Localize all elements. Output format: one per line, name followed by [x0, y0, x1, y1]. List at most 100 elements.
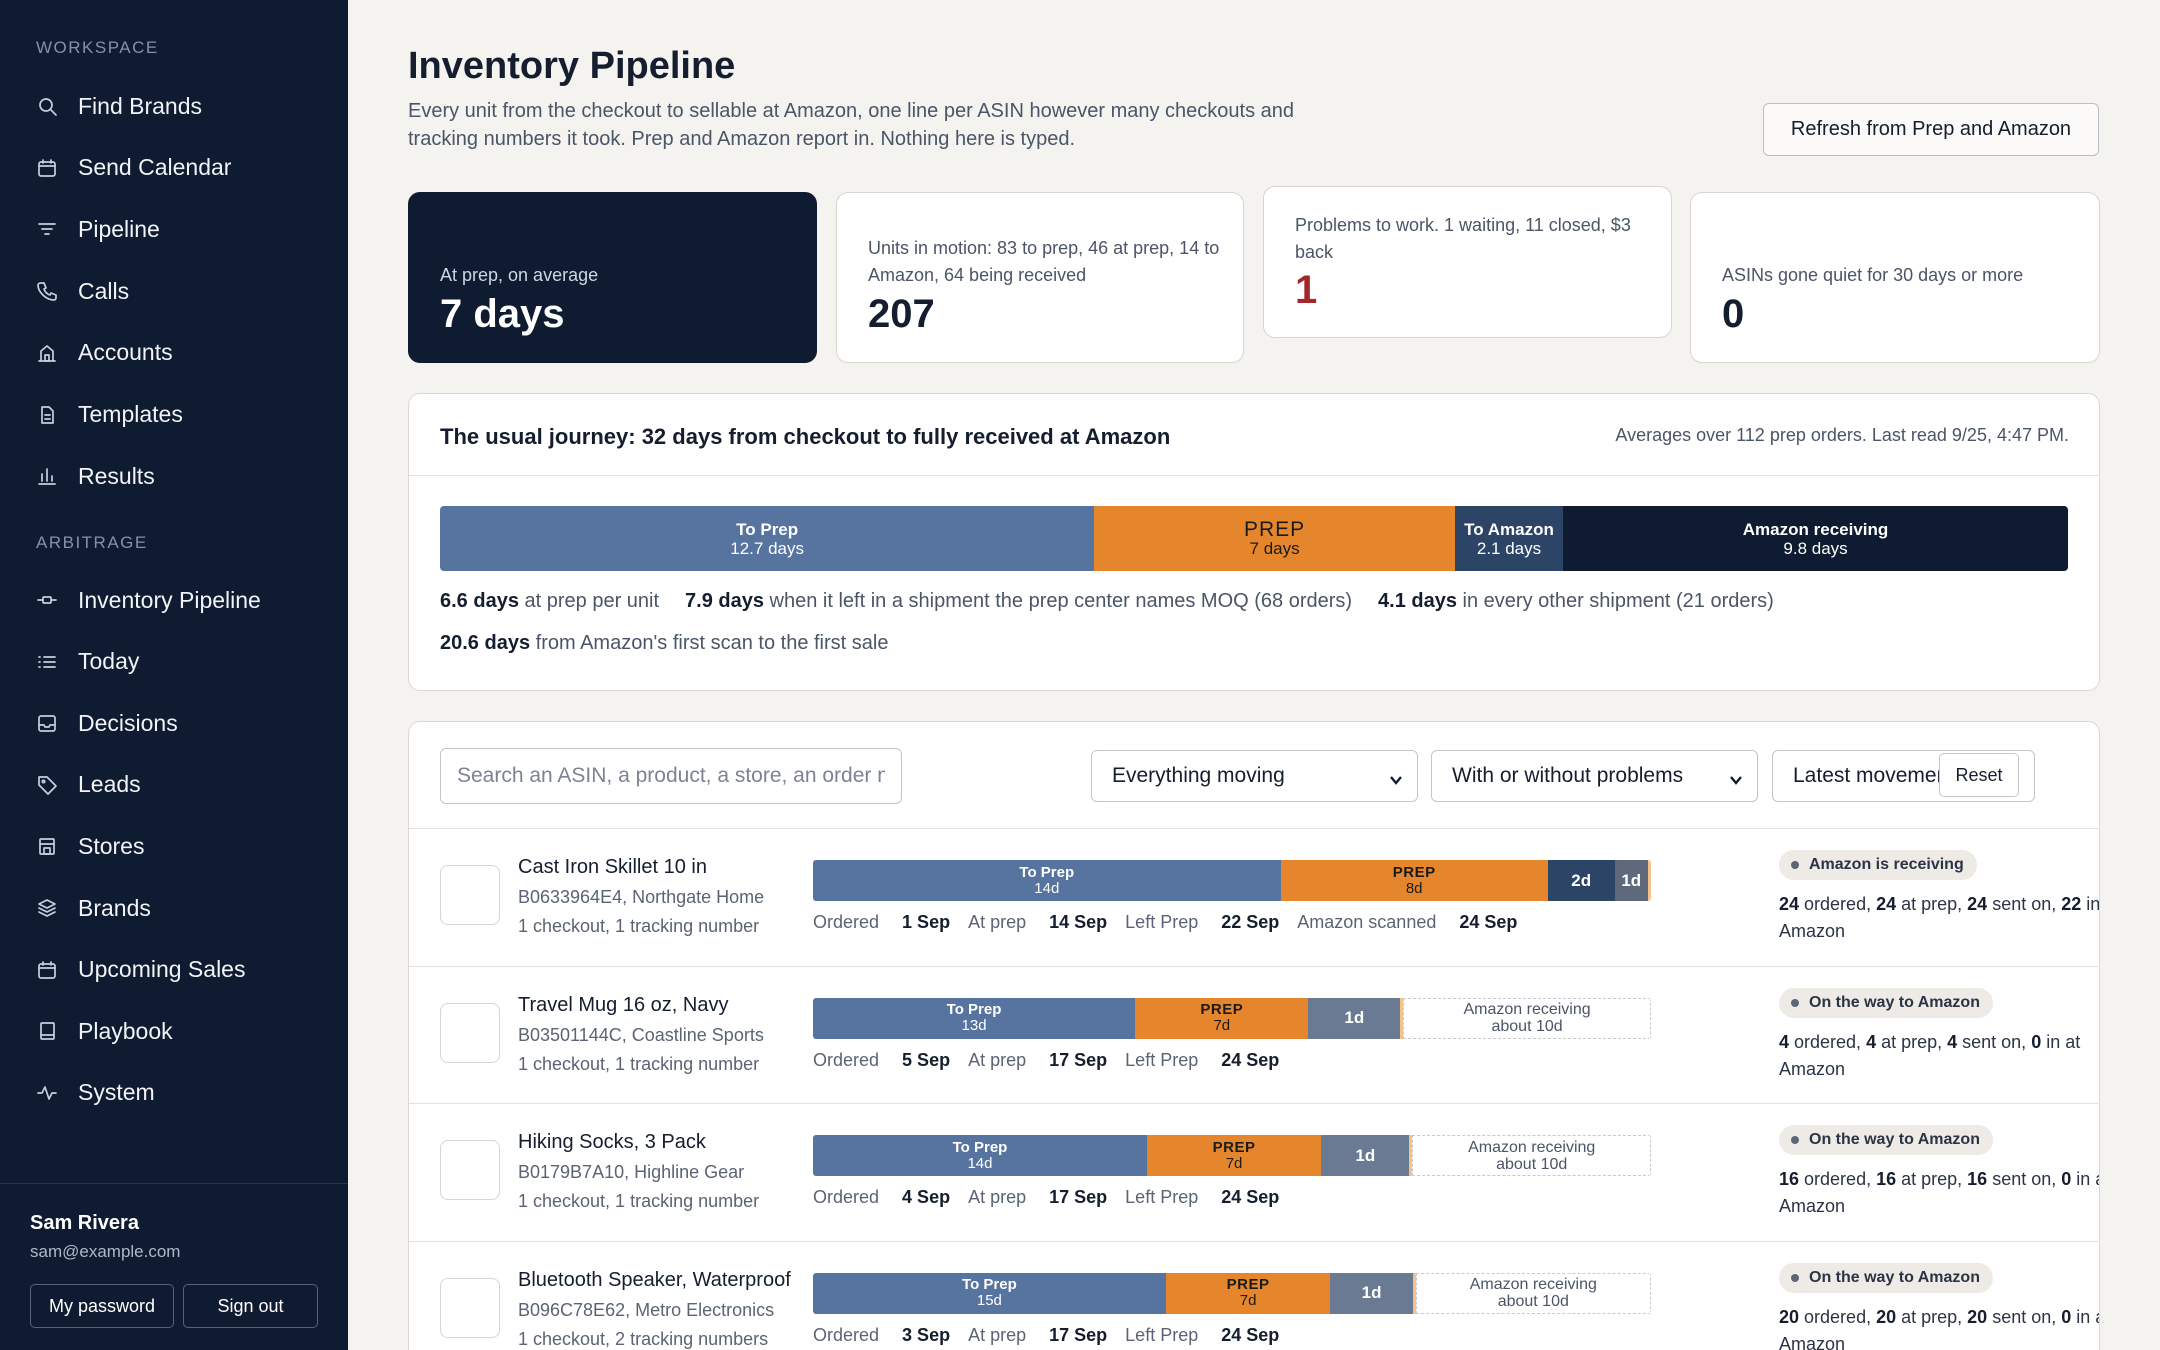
journey-bar: To Prep 12.7 days PREP 7 days To Amazon … [440, 506, 2068, 571]
search-input[interactable] [440, 748, 902, 804]
sidebar-item-label: Today [78, 648, 140, 675]
summary-count: 4 [1947, 1031, 1958, 1052]
sidebar-item-leads[interactable]: Leads [36, 763, 141, 807]
status-filter-select[interactable]: Everything moving [1091, 750, 1418, 802]
summary-count: 20 [1779, 1306, 1800, 1327]
sidebar-item-label: Decisions [78, 709, 178, 736]
reset-button[interactable]: Reset [1939, 753, 2019, 797]
status-badge: On the way to Amazon [1779, 1262, 1993, 1293]
journey-facts: 6.6 days at prep per unit 7.9 days when i… [440, 590, 1800, 613]
product-name[interactable]: Hiking Socks, 3 Pack [518, 1131, 706, 1154]
product-name[interactable]: Cast Iron Skillet 10 in [518, 856, 707, 879]
date-label: Left Prep [1125, 1049, 1204, 1070]
sidebar-item-playbook[interactable]: Playbook [36, 1009, 173, 1053]
sidebar-item-calls[interactable]: Calls [36, 269, 129, 313]
status-badge-label: On the way to Amazon [1809, 993, 1980, 1011]
journey-segment-to-amazon: To Amazon 2.1 days [1454, 506, 1564, 571]
sidebar-item-label: Accounts [78, 339, 173, 366]
table-row[interactable]: Cast Iron Skillet 10 in B0633964E4, Nort… [409, 828, 2099, 966]
sidebar-item-upcoming-sales[interactable]: Upcoming Sales [36, 948, 245, 992]
stat-caption: ASINs gone quiet for 30 days or more [1722, 265, 2024, 285]
calendar-icon [36, 959, 58, 981]
date-label: Left Prep [1125, 1324, 1204, 1345]
user-panel: Sam Rivera sam@example.com My password S… [0, 1183, 348, 1350]
status-badge: Amazon is receiving [1779, 850, 1977, 880]
summary-text: sent on, [1987, 1306, 2062, 1327]
stat-caption: Problems to work. 1 waiting, 11 closed, … [1295, 215, 1631, 262]
segment-prep: PREP 7d [1135, 997, 1309, 1039]
date-value: 24 Sep [1221, 1324, 1280, 1345]
sidebar-item-label: Templates [78, 401, 183, 427]
search-icon [36, 95, 58, 117]
segment-duration: 13d [961, 1017, 987, 1034]
date-label: Ordered [813, 912, 885, 932]
my-password-button[interactable]: My password [30, 1284, 174, 1328]
journey-segment-to-prep: To Prep 12.7 days [440, 506, 1095, 571]
sidebar-item-today[interactable]: Today [36, 640, 139, 684]
segment-duration: 7d [1239, 1292, 1257, 1309]
segment-duration: about 10d [1497, 1293, 1569, 1310]
problems-filter-select[interactable]: With or without problems [1431, 750, 1758, 802]
sidebar-item-accounts[interactable]: Accounts [36, 331, 173, 375]
sidebar-item-inventory-pipeline[interactable]: Inventory Pipeline [36, 578, 261, 622]
date-item: Ordered 1 Sep [813, 912, 950, 932]
segment-duration: 7d [1213, 1017, 1231, 1034]
segment-duration: 9.8 days [1783, 538, 1848, 558]
fact-number: 7.9 days [685, 590, 764, 612]
sidebar-item-system[interactable]: System [36, 1071, 155, 1115]
product-checkouts: 1 checkout, 2 tracking numbers [518, 1328, 769, 1349]
sign-out-button[interactable]: Sign out [183, 1284, 318, 1328]
segment-duration: 14d [1034, 879, 1060, 897]
sidebar-item-stores[interactable]: Stores [36, 824, 144, 868]
row-dates: Ordered 5 Sep At prep 17 Sep Left Prep 24 … [813, 1050, 1297, 1071]
stat-card-units-in-motion: Units in motion: 83 to prep, 46 at prep,… [836, 192, 1244, 363]
product-asin-store: B0179B7A10, Highline Gear [518, 1162, 745, 1182]
workspace-section-label: WORKSPACE [36, 38, 159, 57]
segment-label: PREP [1244, 517, 1306, 541]
date-item: Left Prep 24 Sep [1125, 1050, 1279, 1070]
segment-label: PREP [1200, 1001, 1244, 1018]
product-asin-store: B096C78E62, Metro Electronics [518, 1299, 775, 1320]
sidebar: WORKSPACE Find Brands Send Calendar Pipe… [0, 0, 348, 1350]
sidebar-item-decisions[interactable]: Decisions [36, 701, 178, 745]
segment-toamz2: 1d [1308, 997, 1401, 1039]
table-row[interactable]: Hiking Socks, 3 Pack B0179B7A10, Highlin… [409, 1103, 2099, 1241]
sidebar-item-pipeline[interactable]: Pipeline [36, 207, 160, 251]
date-item: Left Prep 22 Sep [1125, 912, 1279, 932]
sidebar-item-find-brands[interactable]: Find Brands [36, 84, 202, 128]
sidebar-item-send-calendar[interactable]: Send Calendar [36, 146, 231, 190]
user-name: Sam Rivera [30, 1212, 139, 1234]
status-dot-icon [1791, 1136, 1799, 1144]
date-item: Ordered 3 Sep [813, 1325, 950, 1345]
stat-caption: At prep, on average [440, 265, 599, 285]
status-dot-icon [1791, 861, 1799, 869]
product-name[interactable]: Bluetooth Speaker, Waterproof [518, 1269, 791, 1292]
segment-label: To Prep [952, 1138, 1008, 1156]
summary-count: 0 [2061, 1169, 2072, 1189]
table-row[interactable]: Bluetooth Speaker, Waterproof B096C78E62… [409, 1240, 2099, 1350]
sidebar-item-label: Inventory Pipeline [78, 586, 261, 613]
product-name[interactable]: Travel Mug 16 oz, Navy [518, 994, 728, 1017]
sidebar-item-brands[interactable]: Brands [36, 886, 151, 930]
product-checkouts: 1 checkout, 1 tracking number [518, 1191, 760, 1211]
stat-card-problems[interactable]: Problems to work. 1 waiting, 11 closed, … [1263, 186, 1672, 338]
sidebar-item-templates[interactable]: Templates [36, 393, 183, 437]
summary-count: 4 [1779, 1031, 1790, 1052]
row-timeline-bar: To Prep 15d PREP 7d 1d Amazon receiving … [813, 1272, 1651, 1314]
summary-count: 20 [1967, 1306, 1988, 1327]
segment-prep: PREP 7d [1146, 1135, 1322, 1176]
bar-chart-icon [36, 465, 58, 487]
fact-number: 6.6 days [440, 590, 519, 612]
sidebar-item-results[interactable]: Results [36, 454, 155, 498]
stat-card-quiet-asins: ASINs gone quiet for 30 days or more 0 [1690, 192, 2100, 363]
date-label: Left Prep [1125, 912, 1204, 932]
layers-icon [36, 897, 58, 919]
status-badge: On the way to Amazon [1779, 987, 1993, 1018]
refresh-button[interactable]: Refresh from Prep and Amazon [1763, 103, 2099, 156]
stat-value: 1 [1295, 268, 1318, 312]
fact-number: 4.1 days [1378, 590, 1457, 612]
segment-toprep: To Prep 15d [813, 1272, 1166, 1314]
table-row[interactable]: Travel Mug 16 oz, Navy B03501144C, Coast… [409, 965, 2099, 1104]
date-value: 5 Sep [902, 1049, 951, 1070]
product-thumbnail [440, 1002, 500, 1063]
